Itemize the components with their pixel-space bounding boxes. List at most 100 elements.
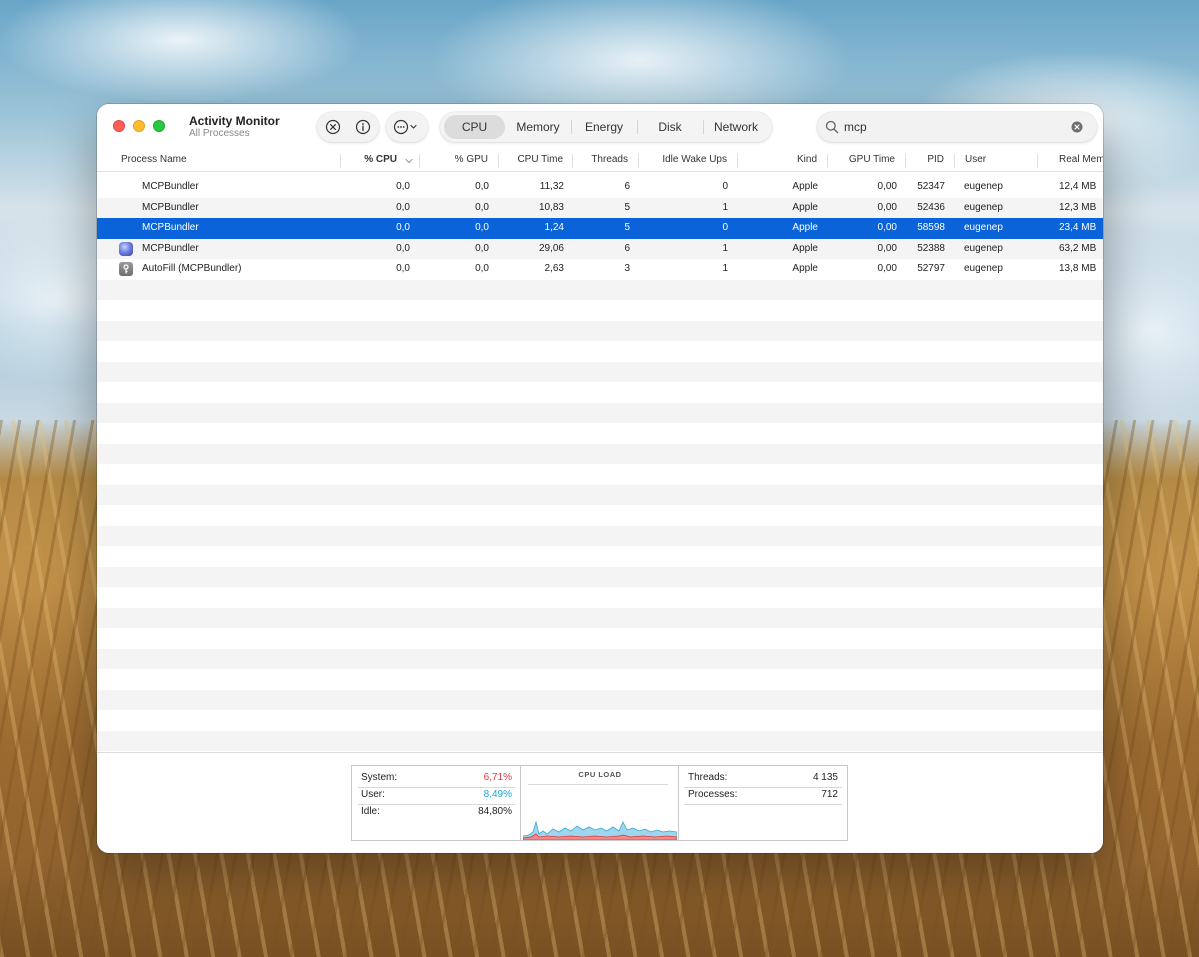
column-divider[interactable]: [638, 154, 639, 168]
cell-process-name: MCPBundler: [142, 201, 199, 213]
divider: [684, 804, 842, 805]
column-divider[interactable]: [498, 154, 499, 168]
stop-process-button[interactable]: [323, 117, 343, 137]
column-user[interactable]: User: [965, 154, 986, 165]
column-gpu-time[interactable]: GPU Time: [832, 154, 895, 165]
cell-user: eugenep: [964, 242, 1003, 254]
cell-threads: 5: [624, 222, 630, 233]
column-divider[interactable]: [737, 154, 738, 168]
more-actions-group: [386, 112, 428, 142]
ellipsis-circle-icon: [393, 119, 417, 135]
search-input[interactable]: [844, 118, 1064, 136]
column-divider[interactable]: [340, 154, 341, 168]
empty-row: [97, 382, 1103, 403]
table-row[interactable]: MCPBundler 0,0 0,0 1,24 5 0 Apple 0,00 58598 euge…: [97, 218, 1103, 239]
column-idle-wake-ups[interactable]: Idle Wake Ups: [642, 154, 727, 165]
clear-search-icon[interactable]: [1071, 121, 1083, 133]
table-row[interactable]: MCPBundler 0,0 0,0 29,06 6 1 Apple 0,00 52388 eug…: [97, 238, 1103, 259]
cell-gpu: 0,0: [475, 242, 489, 254]
cell-cpu: 0,0: [396, 222, 410, 233]
cell-process-name: MCPBundler: [142, 181, 199, 192]
divider: [358, 804, 515, 805]
empty-row: [97, 525, 1103, 546]
table-row[interactable]: AutoFill (MCPBundler) 0,0 0,0 2,63 3 1 Apple 0,…: [97, 259, 1103, 280]
system-label: System:: [361, 772, 398, 783]
toolbar: Activity Monitor All Processes CPU Memor…: [97, 104, 1103, 148]
tab-cpu[interactable]: CPU: [444, 115, 505, 139]
cell-gpu-time: 0,00: [877, 242, 897, 254]
cell-kind: Apple: [792, 263, 818, 274]
column-cpu[interactable]: % CPU: [347, 154, 397, 165]
cell-gpu: 0,0: [475, 201, 489, 213]
column-divider[interactable]: [954, 154, 955, 168]
cell-pid: 52347: [917, 181, 945, 192]
cell-user: eugenep: [964, 201, 1003, 213]
activity-monitor-window: Activity Monitor All Processes CPU Memor…: [97, 104, 1103, 853]
column-threads[interactable]: Threads: [577, 154, 628, 165]
threads-label: Threads:: [688, 772, 728, 783]
cell-real-mem: 12,3 MB: [1059, 201, 1097, 213]
tab-disk[interactable]: Disk: [638, 115, 702, 139]
column-gpu[interactable]: % GPU: [427, 154, 488, 165]
column-divider[interactable]: [419, 154, 420, 168]
cell-pid: 52436: [917, 201, 945, 213]
cell-cpu: 0,0: [396, 242, 410, 254]
tab-memory[interactable]: Memory: [506, 115, 570, 139]
column-divider[interactable]: [905, 154, 906, 168]
cell-threads: 6: [624, 242, 630, 254]
cell-pid: 52797: [917, 263, 945, 274]
table-row[interactable]: MCPBundler 0,0 0,0 10,83 5 1 Apple 0,00 52436 eug…: [97, 197, 1103, 218]
user-label: User:: [361, 789, 385, 800]
key-icon: [123, 264, 129, 274]
cell-cpu-time: 11,32: [539, 181, 564, 192]
empty-row: [97, 341, 1103, 362]
inspect-process-button[interactable]: [353, 117, 373, 137]
cell-gpu-time: 0,00: [877, 181, 897, 192]
cell-real-mem: 63,2 MB: [1059, 242, 1097, 254]
empty-row: [97, 607, 1103, 628]
empty-row: [97, 648, 1103, 669]
tab-energy[interactable]: Energy: [572, 115, 636, 139]
zoom-window-button[interactable]: [153, 120, 165, 132]
empty-row: [97, 443, 1103, 464]
cell-kind: Apple: [792, 201, 818, 213]
empty-row: [97, 730, 1103, 751]
empty-row: [97, 320, 1103, 341]
cpu-load-title: CPU LOAD: [578, 770, 622, 779]
column-process-name[interactable]: Process Name: [121, 154, 187, 165]
cell-idle-wake-ups: 1: [722, 201, 728, 213]
cell-cpu-time: 29,06: [538, 242, 564, 254]
cpu-load-graph: [523, 820, 677, 840]
column-divider[interactable]: [1037, 154, 1038, 168]
empty-row: [97, 484, 1103, 505]
cell-process-name: AutoFill (MCPBundler): [142, 263, 242, 274]
empty-row: [97, 628, 1103, 649]
cell-gpu: 0,0: [475, 181, 489, 192]
threads-value: 4 135: [812, 772, 838, 783]
column-divider[interactable]: [572, 154, 573, 168]
empty-row: [97, 587, 1103, 608]
tab-network[interactable]: Network: [704, 115, 768, 139]
column-cpu-time[interactable]: CPU Time: [502, 154, 563, 165]
xmark-circle-icon: [325, 119, 341, 135]
cell-cpu: 0,0: [396, 201, 410, 213]
cpu-stats-box: System: 6,71% User: 8,49% Idle: 84,80% C…: [351, 765, 848, 841]
more-actions-button[interactable]: [392, 117, 422, 137]
idle-label: Idle:: [361, 806, 380, 817]
cell-user: eugenep: [964, 222, 1003, 233]
column-divider[interactable]: [827, 154, 828, 168]
app-subtitle[interactable]: All Processes: [189, 128, 250, 139]
empty-row: [97, 300, 1103, 321]
processes-label: Processes:: [688, 789, 738, 800]
close-window-button[interactable]: [113, 120, 125, 132]
minimize-window-button[interactable]: [133, 120, 145, 132]
column-kind[interactable]: Kind: [757, 154, 817, 165]
table-row[interactable]: MCPBundler 0,0 0,0 11,32 6 0 Apple 0,00 52347 eug…: [97, 177, 1103, 198]
column-real-mem[interactable]: Real Mem: [1059, 154, 1103, 165]
search-field: [817, 112, 1097, 142]
cell-kind: Apple: [792, 242, 818, 254]
cell-real-mem: 12,4 MB: [1059, 181, 1097, 192]
user-value: 8,49%: [483, 789, 512, 800]
column-pid[interactable]: PID: [909, 154, 944, 165]
cell-threads: 6: [624, 181, 630, 192]
